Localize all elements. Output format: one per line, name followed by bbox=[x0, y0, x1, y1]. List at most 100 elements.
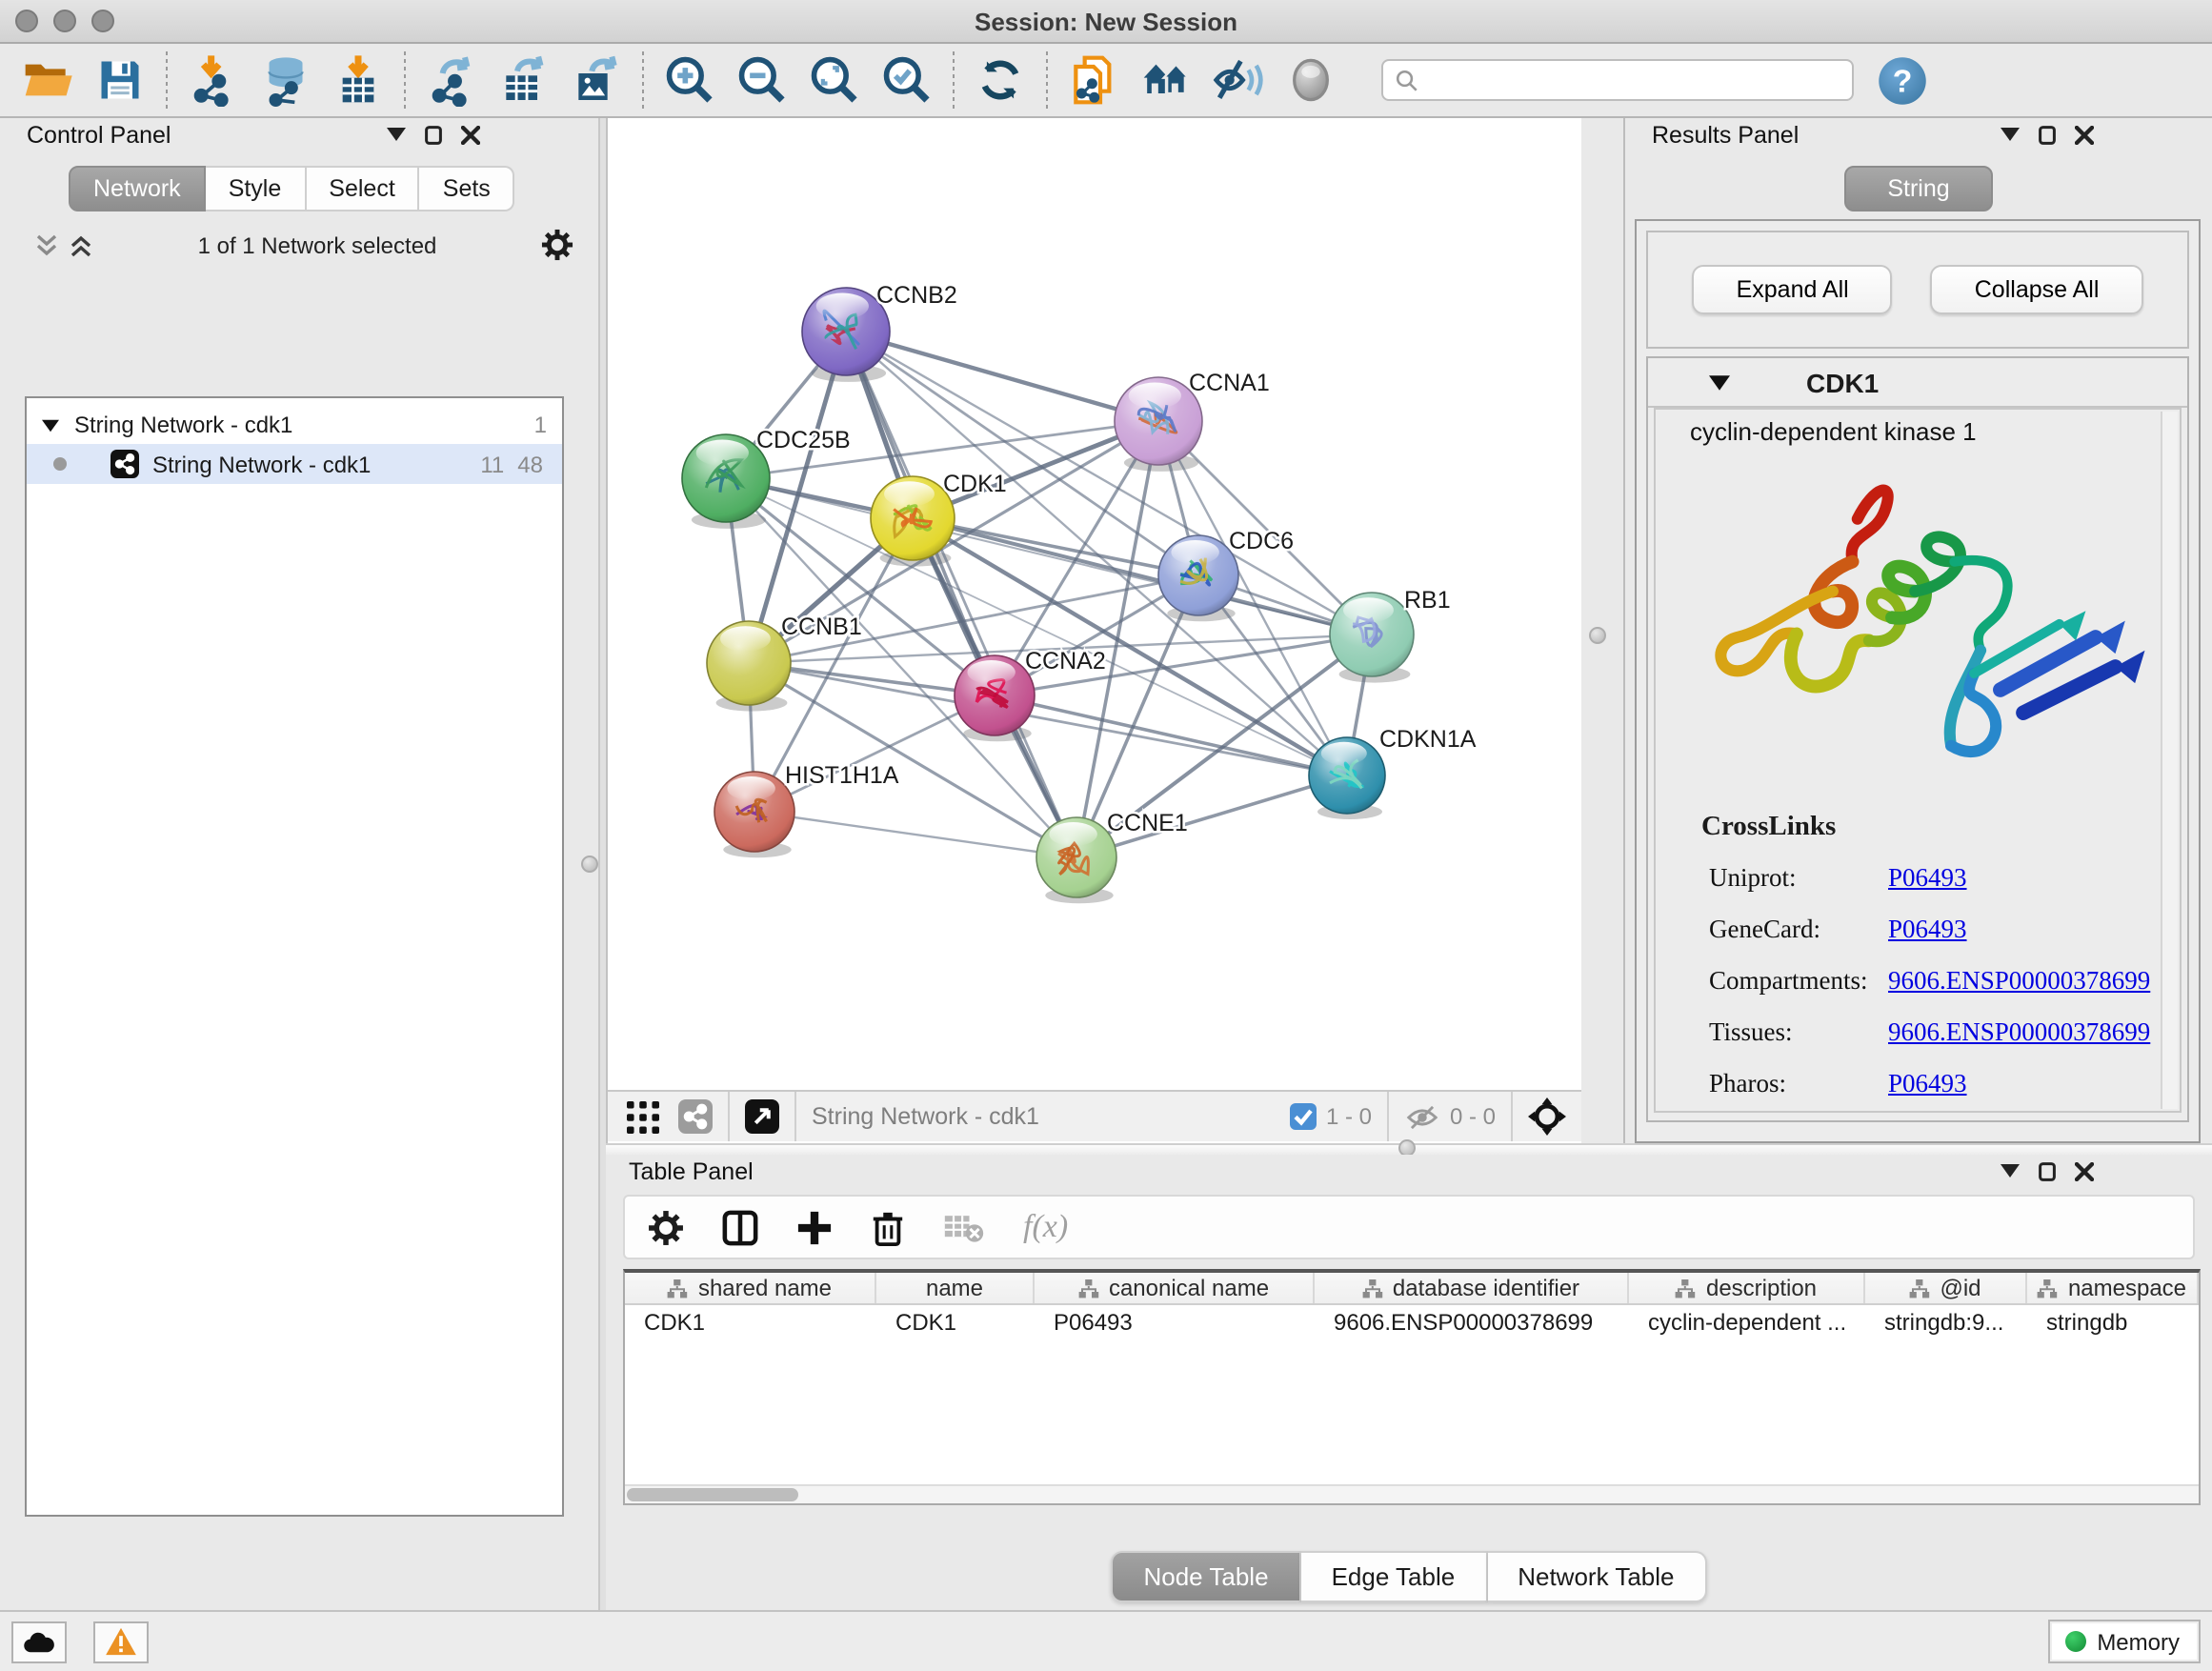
add-column-icon[interactable] bbox=[796, 1209, 833, 1245]
column-header-@id[interactable]: @id bbox=[1865, 1273, 2027, 1303]
crosslink-link[interactable]: P06493 bbox=[1888, 862, 1967, 893]
node-RB1[interactable] bbox=[1330, 593, 1414, 676]
zoom-in-button[interactable] bbox=[654, 48, 726, 112]
table-cell[interactable]: cyclin-dependent ... bbox=[1629, 1305, 1865, 1339]
cloud-status-button[interactable] bbox=[11, 1621, 67, 1662]
table-cell[interactable]: stringdb:9... bbox=[1865, 1305, 2027, 1339]
node-CCNA2[interactable] bbox=[955, 655, 1035, 735]
float-panel-icon[interactable] bbox=[425, 125, 442, 144]
table-cell[interactable]: CDK1 bbox=[876, 1305, 1035, 1339]
open-in-window-icon[interactable] bbox=[745, 1099, 779, 1134]
column-header-description[interactable]: description bbox=[1629, 1273, 1865, 1303]
float-panel-icon[interactable] bbox=[2039, 1161, 2056, 1180]
scrollbar-thumb[interactable] bbox=[627, 1488, 798, 1501]
collapse-all-button[interactable]: Collapse All bbox=[1931, 265, 2143, 314]
table-cell[interactable]: P06493 bbox=[1035, 1305, 1315, 1339]
delete-column-icon[interactable] bbox=[871, 1209, 905, 1245]
tab-network-table[interactable]: Network Table bbox=[1487, 1551, 1706, 1602]
network-canvas[interactable]: CCNB2CCNA1CDC25BCDK1CDC6RB1CCNB1CCNA2CDK… bbox=[608, 118, 1583, 1090]
edge-HIST1H1A-CCNE1[interactable] bbox=[754, 812, 1076, 857]
tab-style[interactable]: Style bbox=[206, 166, 307, 211]
tab-network[interactable]: Network bbox=[69, 166, 206, 211]
node-CCNB1[interactable] bbox=[707, 621, 791, 705]
table-row[interactable]: CDK1CDK1P064939606.ENSP00000378699cyclin… bbox=[625, 1305, 2199, 1339]
memory-button[interactable]: Memory bbox=[2047, 1620, 2201, 1663]
table-cell[interactable]: 9606.ENSP00000378699 bbox=[1315, 1305, 1629, 1339]
grid-view-icon[interactable] bbox=[627, 1100, 659, 1133]
close-panel-icon[interactable] bbox=[2075, 1161, 2094, 1180]
tab-sets[interactable]: Sets bbox=[420, 166, 515, 211]
expand-all-icon[interactable] bbox=[69, 233, 93, 256]
save-session-button[interactable] bbox=[84, 48, 156, 112]
first-neighbors-button[interactable] bbox=[1130, 48, 1202, 112]
close-panel-icon[interactable] bbox=[461, 125, 480, 144]
refresh-view-button[interactable] bbox=[964, 48, 1036, 112]
horizontal-splitter[interactable] bbox=[606, 1143, 2212, 1155]
node-CDC6[interactable] bbox=[1158, 535, 1238, 615]
import-network-file-button[interactable] bbox=[177, 48, 250, 112]
zoom-selected-button[interactable] bbox=[871, 48, 943, 112]
table-settings-gear-icon[interactable] bbox=[648, 1209, 684, 1245]
help-button[interactable]: ? bbox=[1865, 48, 1938, 112]
left-splitter-handle[interactable] bbox=[581, 856, 598, 873]
import-network-database-button[interactable] bbox=[250, 48, 322, 112]
crosslink-link[interactable]: P06493 bbox=[1888, 1068, 1967, 1098]
float-panel-icon[interactable] bbox=[2039, 125, 2056, 144]
crosslink-link[interactable]: 9606.ENSP00000378699 bbox=[1888, 965, 2150, 996]
tree-expander-icon[interactable] bbox=[42, 418, 59, 432]
right-splitter-handle[interactable] bbox=[1589, 627, 1606, 644]
column-header-database-identifier[interactable]: database identifier bbox=[1315, 1273, 1629, 1303]
table-cell[interactable]: CDK1 bbox=[625, 1305, 876, 1339]
table-horizontal-scrollbar[interactable] bbox=[625, 1484, 2199, 1503]
zoom-out-button[interactable] bbox=[726, 48, 798, 112]
crosslink-link[interactable]: 9606.ENSP00000378699 bbox=[1888, 1017, 2150, 1047]
open-session-button[interactable] bbox=[11, 48, 84, 112]
gene-section-header[interactable]: CDK1 bbox=[1648, 358, 2187, 408]
edge-CCNB2-CCNA1[interactable] bbox=[846, 332, 1158, 421]
search-input[interactable] bbox=[1427, 69, 1840, 91]
column-header-namespace[interactable]: namespace bbox=[2027, 1273, 2199, 1303]
node-CDKN1A[interactable] bbox=[1309, 737, 1385, 814]
vertical-splitter-left[interactable] bbox=[598, 118, 606, 1610]
tab-select[interactable]: Select bbox=[306, 166, 420, 211]
gear-icon[interactable] bbox=[541, 229, 573, 261]
section-expander-icon[interactable] bbox=[1709, 374, 1730, 390]
show-columns-icon[interactable] bbox=[722, 1209, 758, 1245]
node-CDK1[interactable] bbox=[871, 476, 955, 560]
network-row-selected[interactable]: String Network - cdk1 11 48 bbox=[27, 444, 562, 484]
expand-all-button[interactable]: Expand All bbox=[1693, 265, 1893, 314]
export-network-button[interactable] bbox=[415, 48, 488, 112]
show-all-button[interactable] bbox=[1275, 48, 1347, 112]
vertical-splitter-right[interactable] bbox=[1581, 118, 1625, 1143]
panel-menu-icon[interactable] bbox=[2001, 128, 2020, 141]
table-cell[interactable]: stringdb bbox=[2027, 1305, 2199, 1339]
clone-network-button[interactable] bbox=[1057, 48, 1130, 112]
export-table-button[interactable] bbox=[488, 48, 560, 112]
export-image-button[interactable] bbox=[560, 48, 633, 112]
results-scrollbar[interactable] bbox=[2161, 412, 2178, 1109]
panel-menu-icon[interactable] bbox=[2001, 1164, 2020, 1178]
column-header-canonical-name[interactable]: canonical name bbox=[1035, 1273, 1315, 1303]
hide-selected-button[interactable] bbox=[1202, 48, 1275, 112]
panel-menu-icon[interactable] bbox=[387, 128, 406, 141]
column-header-name[interactable]: name bbox=[876, 1273, 1035, 1303]
tab-string[interactable]: String bbox=[1843, 166, 1993, 211]
search-icon bbox=[1395, 68, 1419, 92]
tab-node-table[interactable]: Node Table bbox=[1111, 1551, 1300, 1602]
warnings-button[interactable] bbox=[93, 1621, 149, 1662]
edge-CCNA2-CDKN1A[interactable] bbox=[995, 695, 1347, 775]
node-HIST1H1A[interactable] bbox=[714, 772, 794, 852]
selected-checkbox-icon[interactable] bbox=[1290, 1103, 1317, 1130]
fit-selected-icon[interactable] bbox=[1528, 1097, 1566, 1136]
zoom-fit-button[interactable] bbox=[798, 48, 871, 112]
column-header-shared-name[interactable]: shared name bbox=[625, 1273, 876, 1303]
network-collection-row[interactable]: String Network - cdk1 1 bbox=[27, 406, 562, 444]
close-panel-icon[interactable] bbox=[2075, 125, 2094, 144]
node-CCNE1[interactable] bbox=[1036, 817, 1116, 897]
network-badge-icon[interactable] bbox=[678, 1099, 713, 1134]
import-table-file-button[interactable] bbox=[322, 48, 394, 112]
collapse-all-icon[interactable] bbox=[34, 233, 59, 256]
crosslink-link[interactable]: P06493 bbox=[1888, 914, 1967, 944]
tab-edge-table[interactable]: Edge Table bbox=[1301, 1551, 1488, 1602]
column-label: description bbox=[1706, 1275, 1817, 1301]
